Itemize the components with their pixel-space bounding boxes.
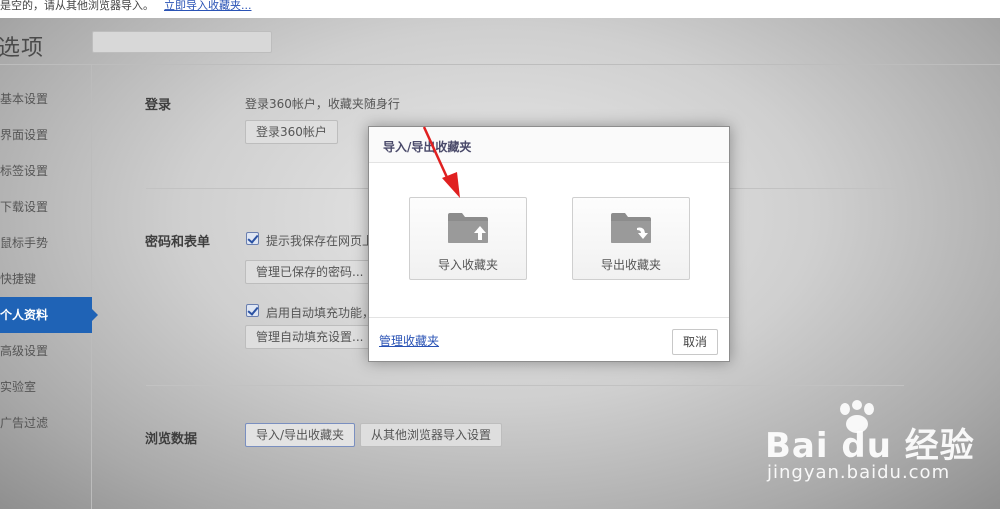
sidebar-item-basic[interactable]: 基本设置 <box>0 81 92 117</box>
import-bookmarks-label: 导入收藏夹 <box>437 258 498 272</box>
login-section-label: 登录 <box>145 98 172 113</box>
settings-sidebar: 基本设置 界面设置 标签设置 下载设置 鼠标手势 快捷键 个人资料 高级设置 实… <box>0 65 98 509</box>
save-password-label: 提示我保存在网页上 <box>266 234 375 248</box>
info-bar-message: 是空的，请从其他浏览器导入。 <box>0 0 154 12</box>
info-bar: 是空的，请从其他浏览器导入。 立即导入收藏夹... <box>0 0 1000 18</box>
browsing-data-section-label: 浏览数据 <box>145 432 198 447</box>
manage-passwords-button[interactable]: 管理已保存的密码... <box>245 260 375 284</box>
sidebar-item-mouse-gestures[interactable]: 鼠标手势 <box>0 225 92 261</box>
sidebar-item-lab[interactable]: 实验室 <box>0 369 92 405</box>
section-divider <box>146 385 904 386</box>
sidebar-item-tabs[interactable]: 标签设置 <box>0 153 92 189</box>
import-from-other-browser-button[interactable]: 从其他浏览器导入设置 <box>360 423 503 447</box>
manage-autofill-button[interactable]: 管理自动填充设置... <box>245 325 375 349</box>
folder-export-icon <box>611 213 651 243</box>
import-bookmarks-tile[interactable]: 导入收藏夹 <box>409 197 527 280</box>
login-description: 登录360帐户，收藏夹随身行 <box>245 97 400 111</box>
import-export-bookmarks-button[interactable]: 导入/导出收藏夹 <box>245 423 356 447</box>
sidebar-item-profile[interactable]: 个人资料 <box>0 297 98 333</box>
watermark-brand: Bai du 经验 <box>765 426 975 466</box>
sidebar-item-advanced[interactable]: 高级设置 <box>0 333 92 369</box>
export-bookmarks-tile[interactable]: 导出收藏夹 <box>572 197 690 280</box>
sidebar-item-shortcuts[interactable]: 快捷键 <box>0 261 92 297</box>
settings-search-input[interactable] <box>92 31 272 53</box>
import-bookmarks-link[interactable]: 立即导入收藏夹... <box>164 0 252 12</box>
manage-bookmarks-link[interactable]: 管理收藏夹 <box>379 332 439 349</box>
header-divider <box>0 64 1000 65</box>
sidebar-item-interface[interactable]: 界面设置 <box>0 117 92 153</box>
annotation-arrow-icon <box>422 126 460 198</box>
page-title: 选项 <box>0 36 45 61</box>
save-password-checkbox[interactable] <box>246 232 259 245</box>
dialog-footer-divider <box>369 317 729 318</box>
sidebar-item-download[interactable]: 下载设置 <box>0 189 92 225</box>
autofill-label: 启用自动填充功能， <box>266 306 375 320</box>
cancel-button[interactable]: 取消 <box>672 329 718 355</box>
watermark-url: jingyan.baidu.com <box>767 462 951 483</box>
export-bookmarks-label: 导出收藏夹 <box>600 258 661 272</box>
login-360-button[interactable]: 登录360帐户 <box>245 120 338 144</box>
passwords-section-label: 密码和表单 <box>145 235 211 250</box>
sidebar-item-adblock[interactable]: 广告过滤 <box>0 405 92 441</box>
autofill-checkbox[interactable] <box>246 304 259 317</box>
baidu-jingyan-watermark: Bai du 经验 jingyan.baidu.com <box>765 400 995 500</box>
folder-import-icon <box>448 213 488 243</box>
